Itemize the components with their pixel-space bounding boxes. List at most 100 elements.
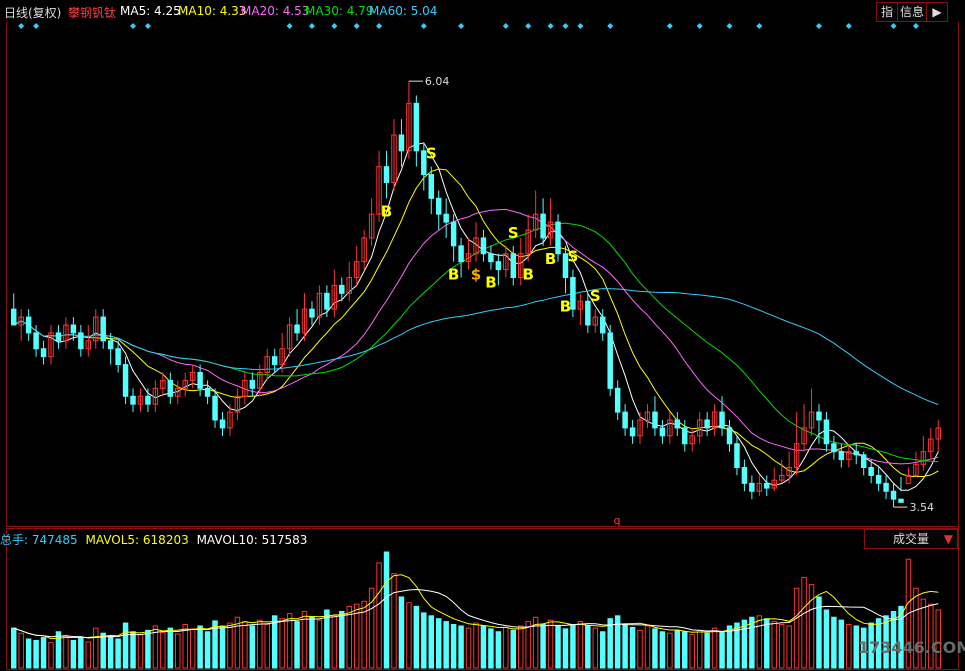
candle — [398, 119, 405, 167]
signal-diamond — [815, 23, 822, 29]
candle-body — [734, 443, 740, 468]
volume-bar — [85, 641, 92, 669]
candle — [309, 301, 315, 325]
volume-bar — [294, 621, 300, 669]
signal-diamond — [666, 23, 673, 29]
candle — [264, 348, 270, 381]
volume-bar — [324, 609, 330, 669]
candle — [629, 420, 636, 444]
volume-bar — [78, 637, 84, 669]
candle-body — [55, 332, 62, 342]
signal-diamond — [845, 23, 852, 29]
candle-body — [40, 348, 47, 358]
signal-diamond — [577, 23, 584, 29]
candle — [63, 317, 69, 349]
volume-bar — [846, 624, 852, 669]
candle-body — [495, 261, 502, 271]
volume-bar — [309, 616, 315, 669]
candle — [764, 475, 770, 496]
volume-bar — [786, 625, 792, 669]
candle-body — [570, 277, 576, 310]
volume-bar — [607, 618, 613, 669]
candle — [793, 412, 800, 476]
candle — [771, 467, 777, 492]
candle-body — [719, 411, 725, 429]
low-label: 3.54 — [910, 501, 935, 514]
candle — [808, 388, 815, 436]
volume-bar — [801, 576, 807, 669]
volume-bar — [219, 625, 226, 669]
candle-body — [107, 340, 114, 350]
candle — [778, 459, 785, 484]
candle — [78, 325, 84, 357]
volume-bar — [137, 634, 144, 669]
volume-bar — [667, 632, 673, 669]
candle — [122, 356, 129, 405]
mavol5-line — [13, 574, 939, 640]
candle — [726, 420, 733, 452]
candle — [286, 317, 293, 357]
signal-diamond — [376, 23, 383, 29]
volume-bar — [600, 631, 606, 669]
volume-bar — [771, 621, 777, 669]
volume-bar — [331, 615, 338, 669]
volume-bar — [204, 631, 211, 669]
signal-diamond — [726, 23, 733, 29]
candle-body — [555, 221, 561, 255]
candle-body — [868, 467, 874, 476]
candle — [860, 451, 867, 476]
volume-bar — [376, 562, 382, 669]
candle-body — [167, 379, 174, 397]
candle-body — [339, 284, 345, 294]
candle — [182, 372, 188, 397]
volume-bar — [93, 627, 99, 669]
volume-bar — [122, 622, 129, 669]
candle — [607, 325, 613, 397]
candle-body — [458, 245, 464, 263]
candle — [383, 150, 390, 199]
candle-body — [435, 197, 442, 215]
candle — [458, 237, 464, 278]
signal-diamond — [502, 23, 509, 29]
volume-bar — [279, 618, 285, 669]
signal-diamond — [696, 23, 703, 29]
volume-bar — [719, 631, 725, 669]
candle-body — [622, 411, 628, 429]
candle — [823, 412, 830, 452]
volume-bar — [592, 627, 599, 669]
volume-bar — [63, 634, 69, 669]
volume-bar — [838, 619, 845, 669]
volume-bar — [577, 621, 584, 669]
candle — [353, 245, 360, 286]
candle-body — [682, 427, 688, 445]
volume-bar — [175, 633, 181, 669]
candle — [25, 309, 32, 341]
watermark: 173446.COM — [858, 638, 965, 657]
volume-bar — [115, 638, 121, 669]
signal-buy: B — [522, 266, 533, 284]
volume-bar — [413, 605, 420, 669]
candle — [346, 261, 352, 302]
volume-bar — [10, 627, 17, 669]
candle — [85, 325, 92, 357]
volume-bar — [167, 627, 174, 669]
candle-body — [860, 454, 867, 469]
candle — [130, 388, 136, 413]
candle — [719, 396, 725, 436]
volume-bar — [189, 628, 196, 669]
signal-buy: B — [448, 266, 459, 284]
candle — [331, 269, 338, 318]
volume-bar — [488, 628, 494, 669]
volume-bar — [682, 631, 688, 669]
candle-body — [540, 213, 546, 239]
volume-bar — [160, 631, 166, 669]
volume-bar — [622, 624, 628, 669]
candle — [831, 435, 837, 460]
candle — [40, 340, 47, 365]
volume-bar — [510, 629, 517, 669]
volume-bar — [70, 639, 77, 669]
candle — [488, 245, 494, 270]
volume-bar — [257, 619, 263, 669]
candle — [48, 325, 54, 365]
candle-body — [600, 316, 606, 334]
